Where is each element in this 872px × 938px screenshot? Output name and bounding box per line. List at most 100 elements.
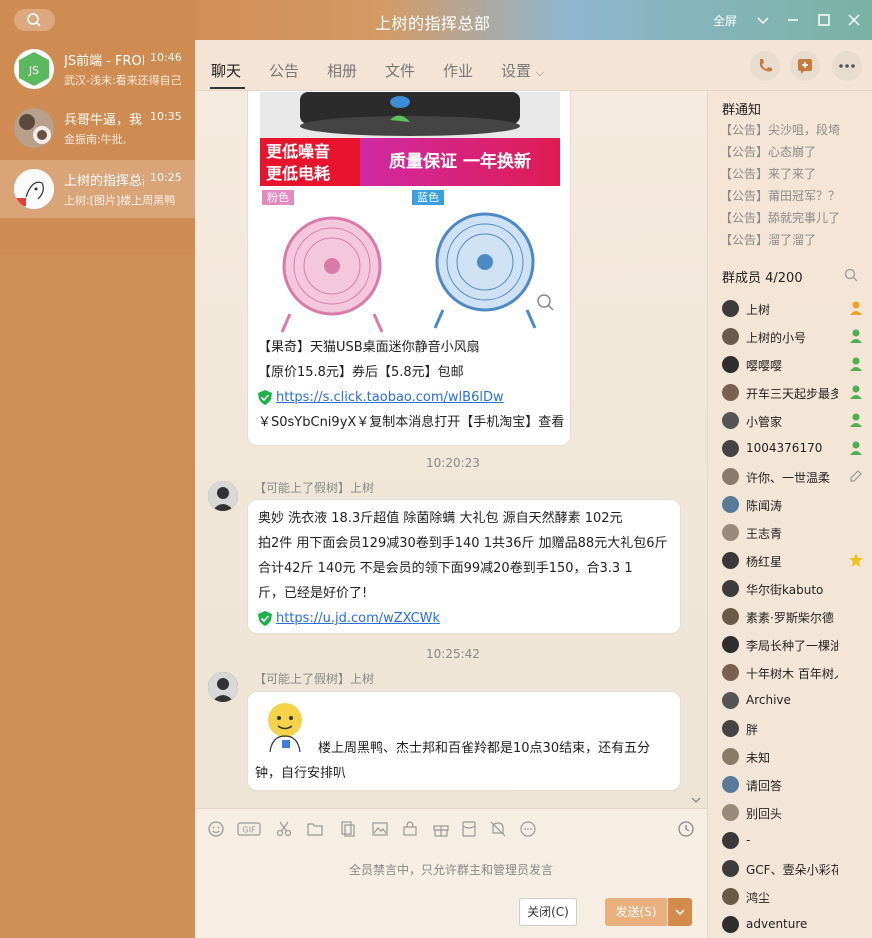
member-item[interactable]: 李局长种了一棵油门 [720, 633, 870, 657]
message-link[interactable]: https://u.jd.com/wZXCWk [276, 611, 440, 626]
bell-off-icon[interactable] [489, 820, 507, 838]
member-item[interactable]: 许你、一世温柔 [720, 465, 870, 489]
scroll-down-icon[interactable] [691, 795, 701, 805]
product-image[interactable]: 更低噪音 更低电耗 质量保证 一年换新 粉色 蓝色 [260, 92, 560, 337]
group-avatar-icon [14, 108, 54, 148]
notice-item[interactable]: 【公告】舔就完事儿了 [720, 209, 840, 226]
notice-item[interactable]: 【公告】来了来了 [720, 165, 816, 182]
member-item[interactable]: 开车三天起步最多 [720, 381, 870, 405]
notice-item[interactable]: 【公告】尖沙咀，段埼 [720, 121, 840, 138]
notice-item[interactable]: 【公告】心态崩了 [720, 143, 816, 160]
image-icon[interactable] [371, 820, 389, 838]
scissors-icon[interactable] [275, 820, 293, 838]
maximize-icon[interactable] [814, 10, 834, 30]
search-button[interactable] [14, 9, 55, 31]
member-item[interactable]: 素素·罗斯柴尔德 [720, 605, 870, 629]
member-item[interactable]: 嘤嘤嘤 [720, 353, 870, 377]
conversation-item[interactable]: JS JS前端 - FRONTEND 10:46 武汉-浅末:看来还得自己 [0, 40, 195, 98]
member-search-icon[interactable] [844, 268, 858, 282]
member-item[interactable]: 1004376170 [720, 437, 870, 461]
member-item[interactable]: 陈闻涛 [720, 493, 870, 517]
folder-icon[interactable] [306, 820, 324, 838]
member-item[interactable]: Archive [720, 689, 870, 713]
emoji-icon[interactable] [207, 820, 225, 838]
member-item[interactable]: 未知 [720, 745, 870, 769]
conversation-preview: 上树:[图片]楼上周黑鸭 [64, 194, 176, 207]
tab-files[interactable]: 文件 [385, 60, 415, 81]
notice-item[interactable]: 【公告】莆田冠军？？ [720, 187, 840, 204]
chat-header: 聊天 公告 相册 文件 作业 设置 ⌵ [195, 40, 872, 91]
tab-homework[interactable]: 作业 [443, 60, 473, 81]
phone-icon [760, 59, 772, 72]
member-item[interactable]: - [720, 829, 870, 853]
member-name: 华尔街kabuto [746, 583, 824, 597]
close-icon[interactable] [844, 10, 864, 30]
conversation-item-active[interactable]: 上树的指挥总部 10:25 上树:[图片]楼上周黑鸭 [0, 160, 195, 218]
member-name: 李局长种了一棵油门 [746, 639, 838, 653]
member-avatar [722, 440, 739, 457]
conversation-preview: 金振南:牛批, [64, 133, 127, 146]
member-item[interactable]: adventure [720, 913, 870, 937]
search-icon [27, 13, 41, 27]
tab-settings-label: 设置 [501, 62, 532, 80]
member-item[interactable]: 上树 [720, 297, 870, 321]
call-button[interactable] [750, 51, 780, 81]
message-timestamp: 10:20:23 [426, 456, 480, 470]
star-icon [848, 552, 864, 568]
conversation-sidebar: JS JS前端 - FRONTEND 10:46 武汉-浅末:看来还得自己 兵哥… [0, 0, 195, 938]
conversation-item[interactable]: 兵哥牛逼，我 10:35 金振南:牛批, [0, 99, 195, 157]
member-item[interactable]: 鸿尘 [720, 885, 870, 909]
send-button[interactable]: 发送(S) [605, 898, 667, 926]
conversation-time: 10:35 [150, 110, 182, 123]
chat-message-list[interactable]: 更低噪音 更低电耗 质量保证 一年换新 粉色 蓝色 【果奇】天猫USB桌面迷你静… [195, 91, 707, 808]
member-item[interactable]: 华尔街kabuto [720, 577, 870, 601]
chevron-down-icon: ⌵ [535, 66, 545, 79]
member-item[interactable]: GCF、壹朵小彩花 [720, 857, 870, 881]
product-link[interactable]: https://s.click.taobao.com/wlB6lDw [276, 390, 504, 405]
notice-item[interactable]: 【公告】溜了溜了 [720, 231, 816, 248]
tab-settings[interactable]: 设置 ⌵ [501, 60, 544, 81]
close-button[interactable]: 关闭(C) [519, 898, 577, 926]
more-button[interactable] [832, 51, 862, 81]
member-item[interactable]: 别回头 [720, 801, 870, 825]
member-avatar [722, 636, 739, 653]
member-item[interactable]: 杨红星 [720, 549, 870, 573]
tab-announcement[interactable]: 公告 [269, 60, 299, 81]
new-post-button[interactable] [790, 51, 820, 81]
gift-icon[interactable] [432, 820, 450, 838]
member-item[interactable]: 上树的小号 [720, 325, 870, 349]
admin-badge-icon [848, 328, 864, 344]
title-bar: 上树的指挥总部 全屏 [195, 0, 872, 40]
avatar[interactable] [208, 672, 238, 702]
send-options-button[interactable] [668, 898, 692, 926]
member-avatar [722, 496, 739, 513]
member-avatar [722, 776, 739, 793]
avatar [14, 108, 54, 148]
tab-chat[interactable]: 聊天 [211, 60, 241, 81]
member-item[interactable]: 小管家 [720, 409, 870, 433]
sticker-emoji-icon[interactable] [258, 700, 312, 756]
member-item[interactable]: 十年树木 百年树人 [720, 661, 870, 685]
gif-icon[interactable]: GIF [237, 820, 261, 838]
chevron-down-icon[interactable] [753, 10, 773, 30]
member-item[interactable]: 胖 [720, 717, 870, 741]
member-item[interactable]: 王志青 [720, 521, 870, 545]
member-avatar [722, 692, 739, 709]
avatar[interactable] [208, 481, 238, 511]
minimize-icon[interactable] [783, 10, 803, 30]
tab-album[interactable]: 相册 [327, 60, 357, 81]
product-text: 【果奇】天猫USB桌面迷你静音小风扇 【原价15.8元】券后【5.8元】包邮 h… [258, 335, 564, 435]
admin-badge-icon [848, 384, 864, 400]
member-avatar [722, 664, 739, 681]
gift-bag-icon[interactable] [401, 820, 419, 838]
history-clock-icon[interactable] [677, 820, 695, 838]
document-icon[interactable] [339, 820, 357, 838]
member-item[interactable]: 请回答 [720, 773, 870, 797]
more-circle-icon[interactable] [519, 820, 537, 838]
product-photo-top [260, 92, 560, 138]
red-packet-icon[interactable] [460, 820, 478, 838]
fullscreen-label[interactable]: 全屏 [713, 12, 737, 29]
banner-left-line-1: 更低噪音 [266, 142, 331, 161]
member-name: 胖 [746, 723, 759, 737]
member-avatar [722, 552, 739, 569]
